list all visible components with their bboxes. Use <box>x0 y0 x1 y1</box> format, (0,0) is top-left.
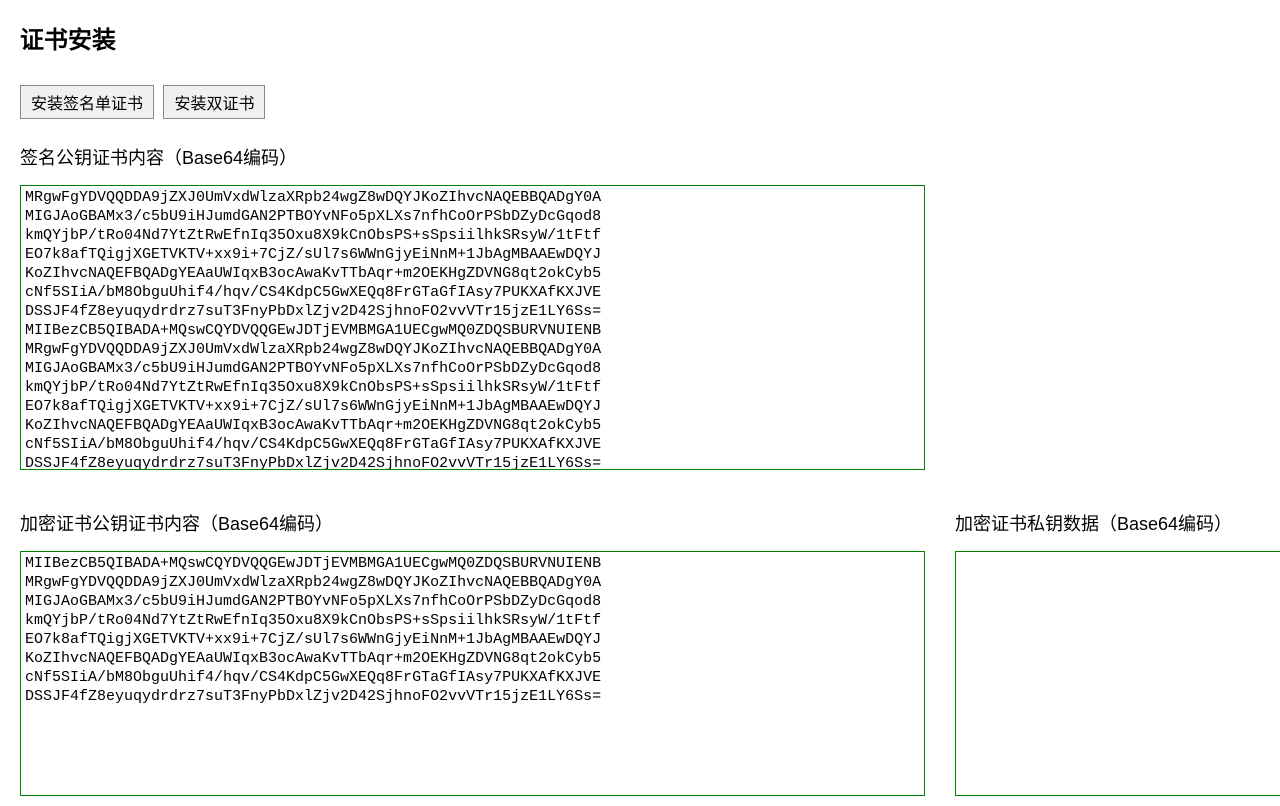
enc-key-textarea[interactable] <box>955 551 1280 796</box>
enc-key-label: 加密证书私钥数据（Base64编码） <box>955 510 1280 536</box>
button-row: 安装签名单证书 安装双证书 <box>20 85 1260 119</box>
sign-cert-textarea[interactable] <box>20 185 925 470</box>
install-double-cert-button[interactable]: 安装双证书 <box>163 85 265 119</box>
enc-cert-textarea[interactable] <box>20 551 925 796</box>
install-single-cert-button[interactable]: 安装签名单证书 <box>20 85 154 119</box>
enc-cert-label: 加密证书公钥证书内容（Base64编码） <box>20 510 925 536</box>
sign-cert-label: 签名公钥证书内容（Base64编码） <box>20 144 1260 170</box>
page-title: 证书安装 <box>20 20 1260 55</box>
